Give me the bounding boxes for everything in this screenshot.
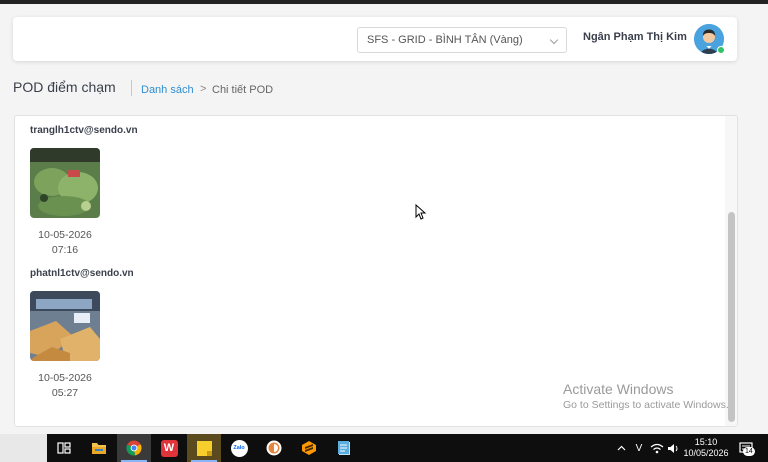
mouse-cursor-icon: [415, 204, 427, 220]
pod-photo[interactable]: [30, 148, 100, 218]
vertical-scrollbar[interactable]: [725, 116, 737, 426]
pod-time: 07:16: [51, 244, 79, 256]
user-name[interactable]: Ngân Phạm Thị Kim: [583, 31, 687, 43]
online-status-dot: [717, 46, 725, 54]
pod-photo-image: [30, 291, 100, 361]
pod-date: 10-05-2026: [38, 372, 92, 384]
show-hidden-icons-icon[interactable]: [614, 434, 628, 462]
wps-office-label: W: [160, 439, 178, 457]
top-edge-bar: [0, 0, 768, 4]
title-divider: [131, 80, 132, 96]
pod-date: 10-05-2026: [38, 229, 92, 241]
sublime-text-icon[interactable]: [292, 434, 326, 462]
activate-windows-hint: Go to Settings to activate Windows.: [563, 399, 729, 411]
sticky-notes-icon[interactable]: [187, 434, 221, 462]
store-select-value: SFS - GRID - BÌNH TÂN (Vàng): [367, 34, 523, 46]
scrollbar-thumb[interactable]: [728, 212, 735, 422]
notification-center-icon[interactable]: 14: [735, 434, 757, 462]
app-icon[interactable]: [257, 434, 291, 462]
zalo-label: Zalo: [230, 439, 248, 457]
file-explorer-icon[interactable]: [82, 434, 116, 462]
pod-time: 05:27: [51, 387, 79, 399]
taskbar-search-area[interactable]: [0, 434, 47, 462]
activate-windows-title: Activate Windows: [563, 381, 674, 397]
notepad-icon[interactable]: [327, 434, 361, 462]
input-method-label: V: [635, 442, 643, 454]
input-method-icon[interactable]: V: [630, 434, 648, 462]
clock-date: 10/05/2026: [683, 448, 729, 458]
breadcrumb-current: Chi tiết POD: [212, 84, 274, 96]
wps-office-icon[interactable]: W: [152, 434, 186, 462]
clock-time: 15:10: [694, 437, 718, 447]
task-view-icon[interactable]: [47, 434, 81, 462]
taskbar: W Zalo V 15:10 10/05/2026 14: [0, 434, 768, 462]
pod-email: tranglh1ctv@sendo.vn: [30, 125, 138, 136]
zalo-icon[interactable]: Zalo: [222, 434, 256, 462]
avatar[interactable]: [694, 24, 725, 54]
volume-icon[interactable]: [665, 434, 681, 462]
wifi-icon[interactable]: [649, 434, 665, 462]
chrome-icon[interactable]: [117, 434, 151, 462]
app-header: SFS - GRID - BÌNH TÂN (Vàng) Ngân Phạm T…: [13, 17, 737, 61]
breadcrumb-list-link[interactable]: Danh sách: [141, 84, 194, 96]
chevron-down-icon: [549, 35, 559, 45]
breadcrumb-separator: >: [200, 83, 207, 95]
pod-photo[interactable]: [30, 291, 100, 361]
page-title: POD điểm chạm: [13, 79, 116, 95]
notification-count-badge: 14: [743, 447, 755, 456]
store-select[interactable]: SFS - GRID - BÌNH TÂN (Vàng): [357, 27, 567, 53]
taskbar-clock[interactable]: 15:10 10/05/2026: [682, 437, 730, 459]
pod-photo-image: [30, 148, 100, 218]
pod-email: phatnl1ctv@sendo.vn: [30, 268, 134, 279]
